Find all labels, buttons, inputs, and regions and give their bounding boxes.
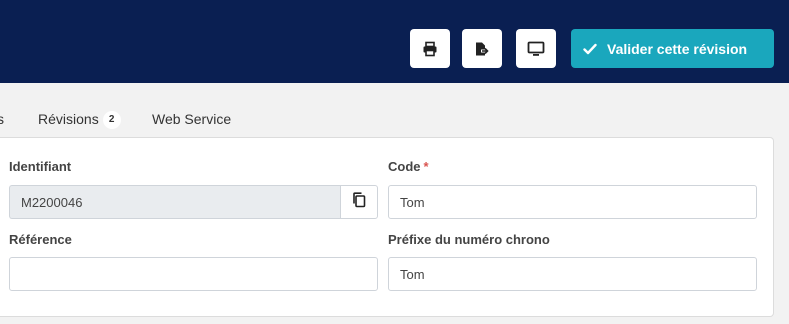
form-panel: Identifiant M2200046 Code * Tom Référence… — [0, 137, 774, 317]
validate-revision-label: Valider cette révision — [607, 40, 748, 57]
tab-label: Révisions — [38, 111, 99, 127]
check-icon — [583, 43, 597, 55]
prefixe-label: Préfixe du numéro chrono — [388, 232, 550, 247]
tab-label: s — [0, 111, 4, 127]
code-label-text: Code — [388, 159, 421, 174]
print-button[interactable] — [410, 29, 450, 68]
tab-revisions[interactable]: Révisions 2 — [38, 111, 121, 130]
reference-field[interactable] — [9, 257, 378, 291]
export-icon — [474, 41, 490, 57]
reference-label: Référence — [9, 232, 72, 247]
copy-button[interactable] — [340, 185, 378, 219]
prefixe-value: Tom — [400, 266, 425, 282]
validate-revision-button[interactable]: Valider cette révision — [571, 29, 774, 68]
identifiant-field: M2200046 — [9, 185, 340, 219]
prefixe-field[interactable]: Tom — [388, 257, 757, 291]
identifiant-value: M2200046 — [21, 194, 83, 210]
tab-bar: s Révisions 2 Web Service — [0, 104, 789, 134]
display-button[interactable] — [516, 29, 556, 68]
code-value: Tom — [400, 194, 425, 210]
top-header-bar: Valider cette révision — [0, 0, 789, 83]
copy-icon — [352, 191, 366, 213]
tab-web-service[interactable]: Web Service — [152, 111, 231, 127]
revisions-count-badge: 2 — [102, 111, 121, 130]
monitor-icon — [527, 41, 545, 57]
identifiant-label: Identifiant — [9, 159, 72, 174]
export-button[interactable] — [462, 29, 502, 68]
code-field[interactable]: Tom — [388, 185, 757, 219]
tab-partial[interactable]: s — [0, 111, 4, 127]
required-marker: * — [423, 159, 429, 174]
code-label: Code * — [388, 159, 429, 174]
print-icon — [422, 41, 438, 57]
tab-label: Web Service — [152, 111, 232, 127]
